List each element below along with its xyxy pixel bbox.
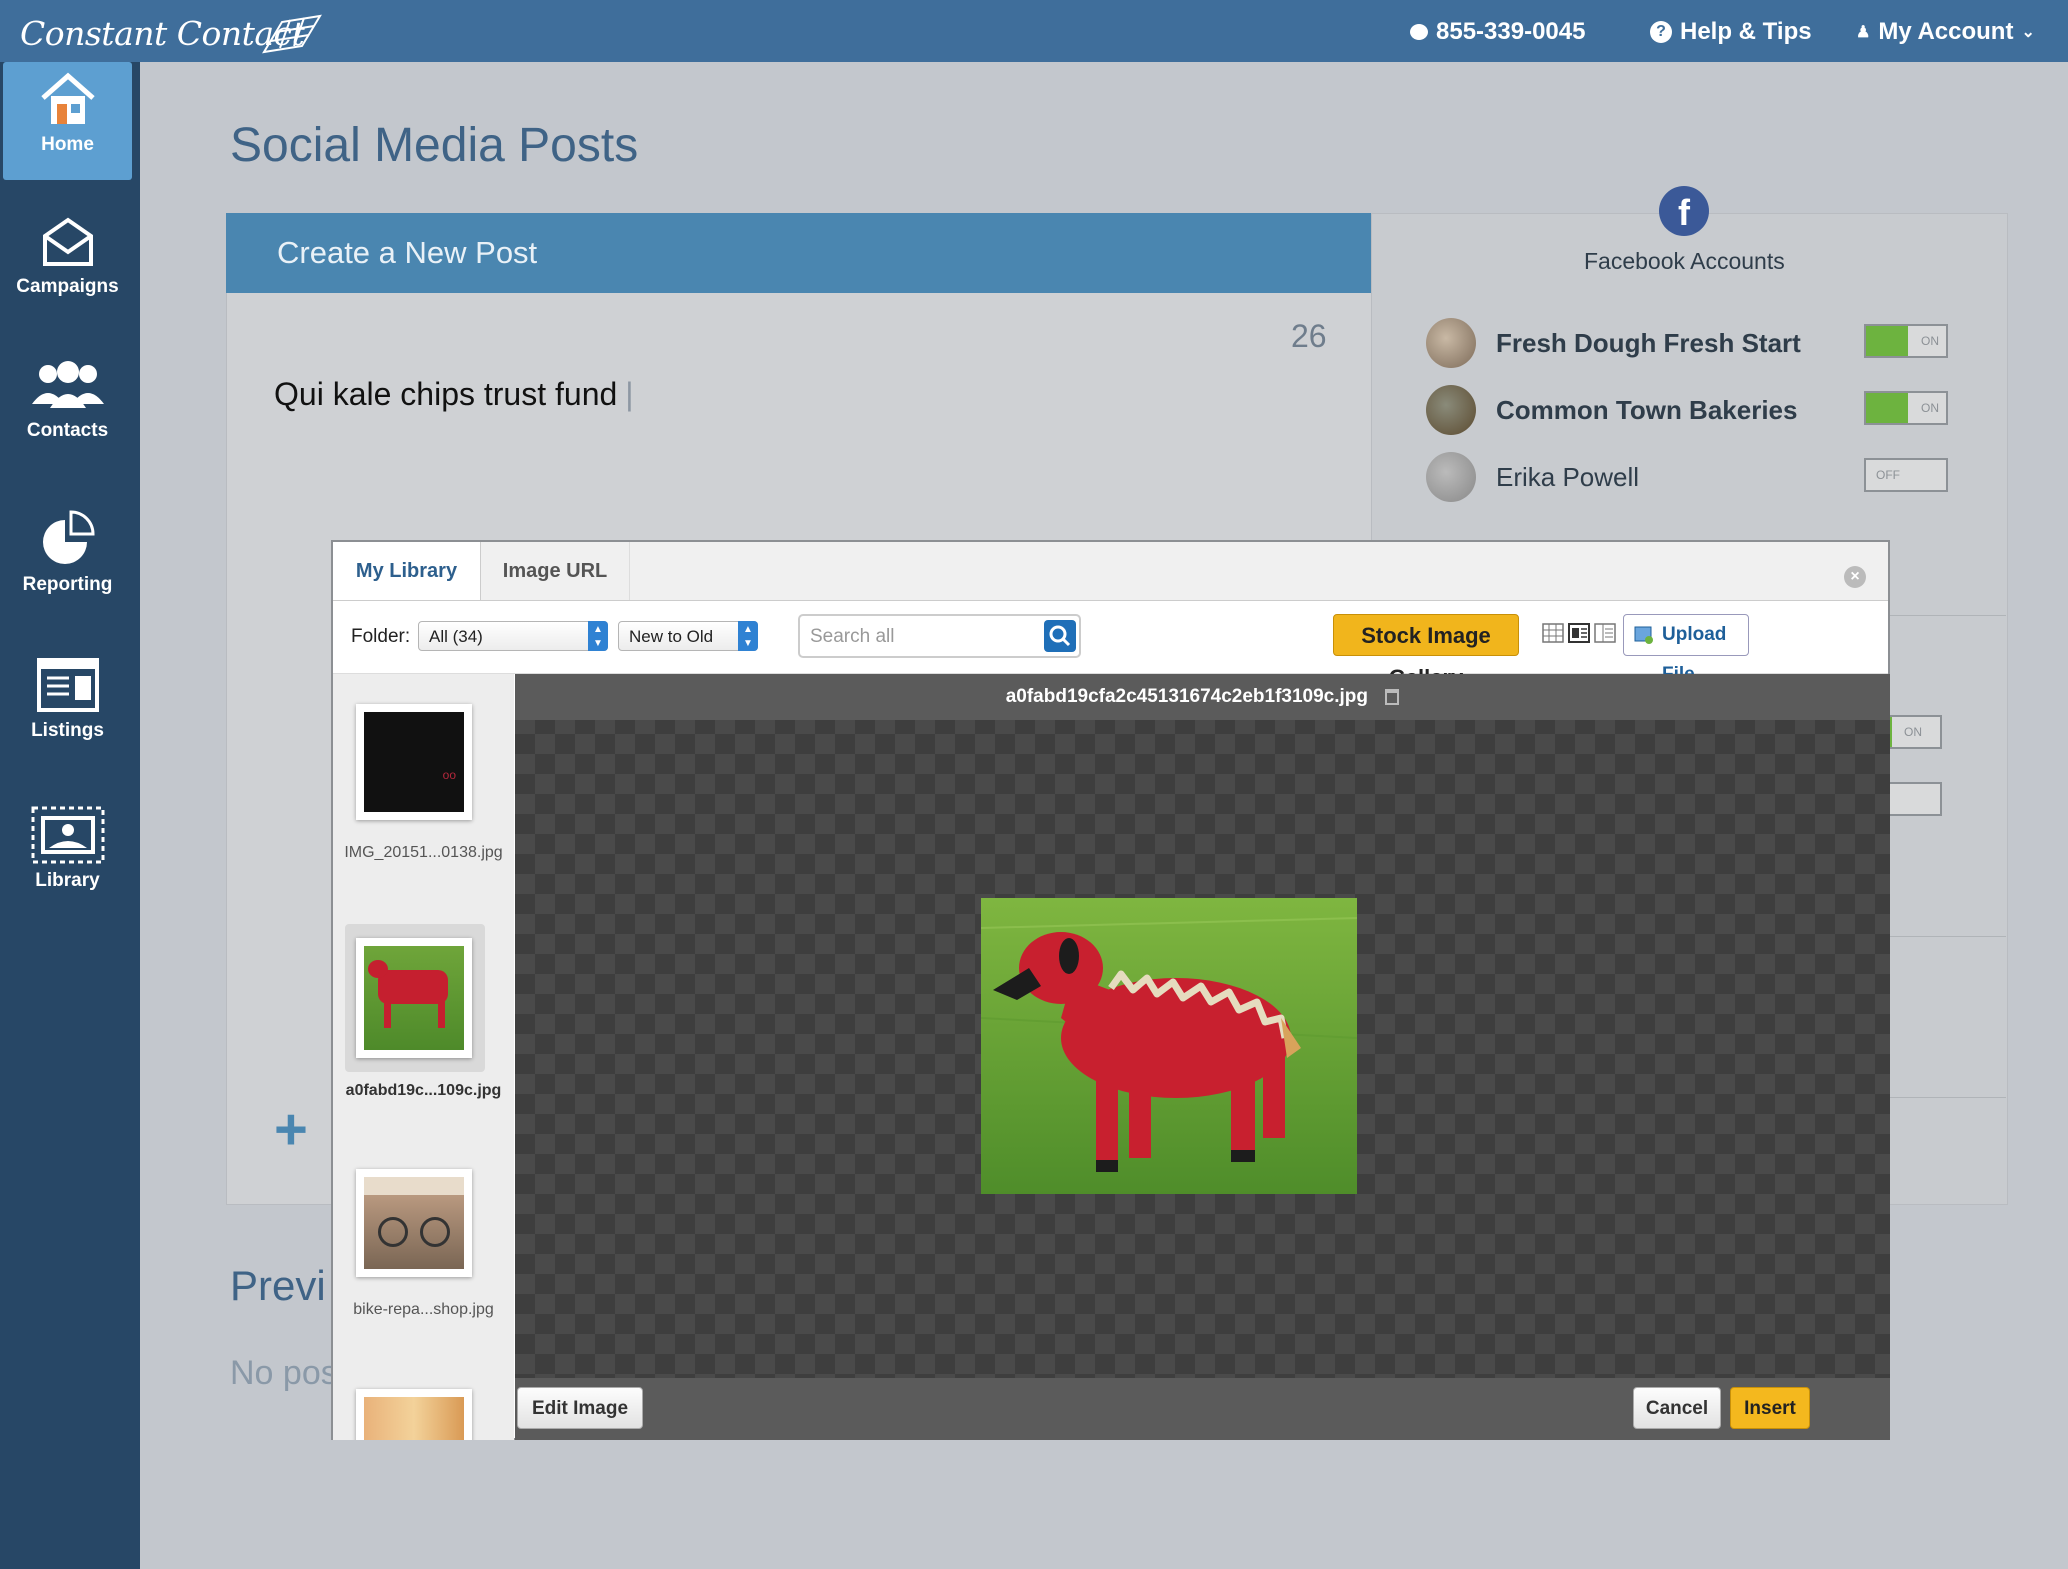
thumbnail-image: oo <box>364 712 464 812</box>
help-icon: ? <box>1650 21 1672 43</box>
thumbnail-image <box>364 946 464 1050</box>
account-toggle[interactable]: OFF <box>1864 458 1948 492</box>
upload-icon <box>1634 626 1653 644</box>
stock-image-gallery-button[interactable]: Stock Image Gallery <box>1333 614 1519 690</box>
facebook-icon: f <box>1659 186 1709 236</box>
thumbnail-image <box>364 1177 464 1269</box>
chevron-down-icon: ⌄ <box>2021 24 2035 41</box>
cancel-button[interactable]: Cancel <box>1633 1387 1721 1429</box>
sidebar-item-home[interactable]: Home <box>3 62 132 180</box>
close-icon[interactable]: × <box>1844 566 1866 588</box>
text-caret: | <box>625 376 634 412</box>
sidebar: Home Campaigns Contacts Reporting Listin… <box>0 62 140 1569</box>
folder-select[interactable]: All (34) ▲ ▼ <box>418 621 608 651</box>
upload-file-button[interactable]: Upload File <box>1623 614 1749 685</box>
thumbnail-image <box>364 1397 464 1440</box>
page-title: Social Media Posts <box>230 119 639 172</box>
search-icon <box>1049 625 1071 647</box>
chat-icon <box>1410 24 1428 40</box>
account-row: Fresh Dough Fresh Start ON <box>1426 315 2006 371</box>
trash-icon[interactable] <box>1385 688 1400 705</box>
search-input[interactable]: Search all <box>798 614 1081 658</box>
top-bar: Constant Contact 855-339-0045 ? Help & T… <box>0 0 2068 62</box>
avatar <box>1426 385 1476 435</box>
list-view-icon[interactable] <box>1593 621 1617 645</box>
phone-link[interactable]: 855-339-0045 <box>1410 18 1585 46</box>
sidebar-item-campaigns[interactable]: Campaigns <box>3 208 132 326</box>
preview-footer: Edit Image Cancel Insert <box>515 1378 1890 1440</box>
create-post-header: Create a New Post <box>226 213 1371 293</box>
sidebar-item-reporting[interactable]: Reporting <box>3 502 132 620</box>
sidebar-item-contacts[interactable]: Contacts <box>3 352 132 470</box>
folder-label: Folder: <box>351 626 411 647</box>
search-button[interactable] <box>1044 620 1076 652</box>
preview-image <box>981 898 1357 1194</box>
post-text-area[interactable]: Qui kale chips trust fund | <box>274 376 634 413</box>
tab-image-url[interactable]: Image URL <box>481 542 630 600</box>
select-arrows-icon: ▲ ▼ <box>738 621 758 651</box>
account-row: Erika Powell OFF <box>1426 449 2006 505</box>
account-row: Common Town Bakeries ON <box>1426 382 2006 438</box>
previous-posts-title: Previ <box>230 1262 326 1309</box>
pie-chart-icon <box>42 510 95 564</box>
listings-icon <box>36 658 99 712</box>
thumbnail-list: oo IMG_20151...0138.jpg a0fabd19c...109c… <box>333 674 514 1440</box>
flag-icon <box>262 14 322 54</box>
contacts-icon <box>31 361 104 408</box>
detail-view-icon[interactable] <box>1567 621 1591 645</box>
avatar <box>1426 318 1476 368</box>
edit-image-button[interactable]: Edit Image <box>517 1387 643 1429</box>
sidebar-item-listings[interactable]: Listings <box>3 648 132 766</box>
account-toggle[interactable]: ON <box>1864 391 1948 425</box>
modal-toolbar: Folder: All (34) ▲ ▼ New to Old ▲ ▼ Search… <box>333 601 1888 690</box>
select-arrows-icon: ▲ ▼ <box>588 621 608 651</box>
sidebar-item-library[interactable]: Library <box>3 798 132 916</box>
image-preview-area: a0fabd19cfa2c45131674c2eb1f3109c.jpg <box>515 674 1890 1394</box>
facebook-accounts-title: Facebook Accounts <box>1584 248 1785 274</box>
sort-select[interactable]: New to Old ▲ ▼ <box>618 621 758 651</box>
image-picker-modal: My Library Image URL × Folder: All (34) … <box>331 540 1890 1440</box>
grid-view-icon[interactable] <box>1541 621 1565 645</box>
avatar <box>1426 452 1476 502</box>
modal-tabs: My Library Image URL × <box>333 542 1888 601</box>
account-toggle[interactable]: ON <box>1864 324 1948 358</box>
library-icon <box>31 806 104 864</box>
account-menu[interactable]: ♟ My Account ⌄ <box>1856 18 2035 46</box>
help-link[interactable]: ? Help & Tips <box>1650 18 1812 46</box>
add-icon[interactable]: + <box>274 1096 308 1163</box>
character-counter: 26 <box>1291 318 1327 354</box>
tab-my-library[interactable]: My Library <box>333 542 481 600</box>
home-icon <box>40 72 95 124</box>
preview-header: a0fabd19cfa2c45131674c2eb1f3109c.jpg <box>515 674 1890 720</box>
campaigns-icon <box>42 217 93 266</box>
user-icon: ♟ <box>1856 24 1871 41</box>
no-posts-text: No pos <box>230 1354 338 1392</box>
insert-button[interactable]: Insert <box>1730 1387 1810 1429</box>
